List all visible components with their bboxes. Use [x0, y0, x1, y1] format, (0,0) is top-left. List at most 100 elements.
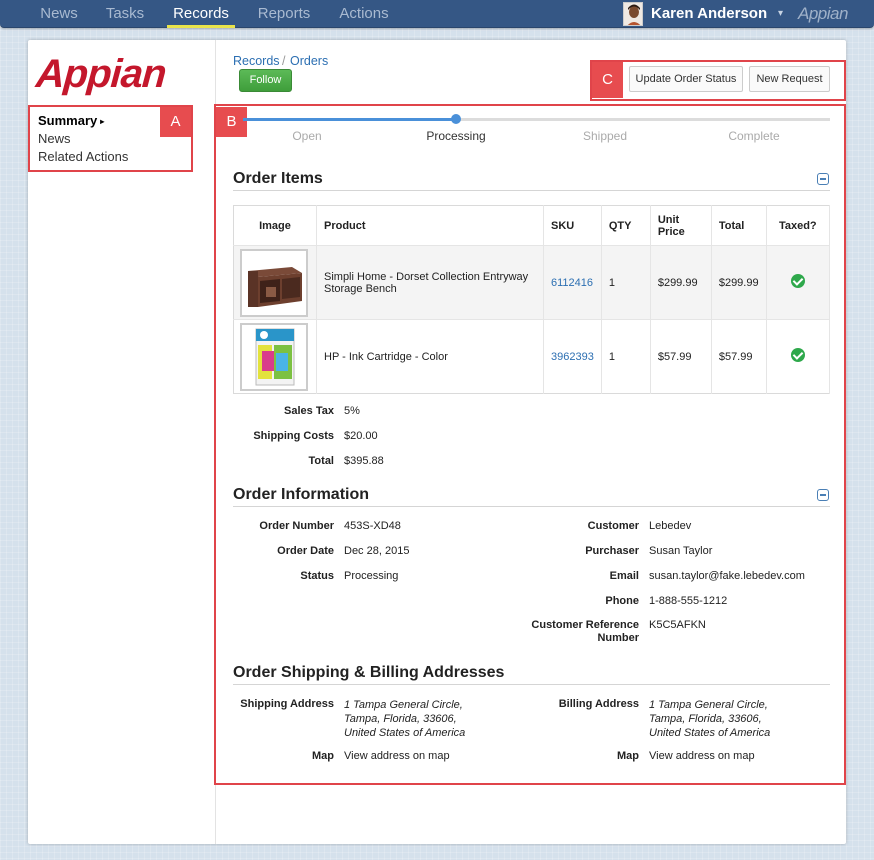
top-nav-bar: News Tasks Records Reports Actions Karen… [0, 0, 874, 28]
ink-thumbnail [242, 324, 306, 389]
nav-tab-reports[interactable]: Reports [252, 0, 316, 28]
shipping-view-map-link[interactable]: View address on map [344, 750, 450, 762]
follow-button[interactable]: Follow [239, 69, 292, 92]
order-items-divider [233, 190, 830, 191]
status-value: Processing [344, 570, 399, 582]
taxed-cell [766, 245, 831, 320]
shipping-address-label: Shipping Address [240, 698, 334, 710]
order-number-value: 453S-XD48 [344, 520, 401, 532]
bench-product-image[interactable] [240, 248, 308, 317]
sku-link[interactable]: 3962393 [551, 351, 594, 363]
breadcrumb-records-link[interactable]: Records [233, 54, 280, 68]
qty-cell: 1 [601, 319, 651, 394]
total-label: Total [308, 455, 334, 467]
addresses-heading: Order Shipping & Billing Addresses [233, 664, 505, 681]
phone-value: 1-888-555-1212 [649, 595, 728, 607]
shipping-costs-label: Shipping Costs [253, 430, 334, 442]
customer-reference-number-value: K5C5AFKN [649, 619, 706, 631]
shipping-map-label: Map [312, 750, 334, 762]
progress-current-marker [451, 114, 461, 124]
product-name-cell: Simpli Home - Dorset Collection Entryway… [316, 245, 544, 320]
phone-label: Phone [605, 595, 639, 607]
collapse-order-information-icon[interactable] [817, 489, 829, 501]
billing-address-value: 1 Tampa General Circle, Tampa, Florida, … [649, 698, 770, 740]
order-date-value: Dec 28, 2015 [344, 545, 410, 557]
customer-link[interactable]: Lebedev [649, 520, 691, 532]
nav-tab-actions[interactable]: Actions [333, 0, 395, 28]
billing-address-line: United States of America [649, 727, 771, 739]
shipping-address-line: Tampa, Florida, 33606, [344, 713, 457, 725]
column-header-unit-price: Unit Price [650, 205, 712, 246]
nav-tab-tasks[interactable]: Tasks [100, 0, 150, 28]
column-header-product: Product [316, 205, 544, 246]
breadcrumb-orders-link[interactable]: Orders [290, 54, 328, 68]
nav-tab-news[interactable]: News [33, 0, 85, 28]
total-value: $395.88 [344, 455, 384, 467]
customer-reference-number-label: Customer Reference Number [531, 619, 639, 644]
total-cell: $299.99 [711, 245, 767, 320]
bench-thumbnail [242, 250, 306, 315]
total-cell: $57.99 [711, 319, 767, 394]
sku-link[interactable]: 6112416 [551, 277, 593, 289]
billing-address-line: Tampa, Florida, 33606, [649, 713, 762, 725]
progress-step-open: Open [292, 129, 322, 143]
progress-step-processing: Processing [426, 129, 486, 143]
breadcrumb-separator: / [282, 54, 286, 68]
shipping-costs-value: $20.00 [344, 430, 378, 442]
progress-bar-complete [243, 118, 456, 121]
email-value: susan.taylor@fake.lebedev.com [649, 570, 805, 582]
shipping-address-line: United States of America [344, 727, 466, 739]
order-date-label: Order Date [277, 545, 334, 557]
qty-cell: 1 [601, 245, 651, 320]
annotation-tag-a: A [160, 107, 191, 137]
annotation-tag-b: B [216, 107, 247, 137]
progress-step-complete: Complete [728, 129, 780, 143]
collapse-order-items-icon[interactable] [817, 173, 829, 185]
unit-price-cell: $57.99 [650, 319, 712, 394]
purchaser-label: Purchaser [585, 545, 639, 557]
column-header-taxed: Taxed? [766, 205, 831, 246]
unit-price-cell: $299.99 [650, 245, 712, 320]
annotation-tag-c: C [592, 62, 623, 98]
billing-address-label: Billing Address [558, 698, 639, 710]
billing-map-label: Map [617, 750, 639, 762]
sales-tax-label: Sales Tax [284, 405, 334, 417]
column-header-qty: QTY [601, 205, 651, 246]
column-header-sku: SKU [543, 205, 602, 246]
shipping-address-line: 1 Tampa General Circle, [344, 699, 463, 711]
order-items-table: Image Product SKU QTY Unit Price Total T… [233, 205, 831, 394]
billing-address-line: 1 Tampa General Circle, [649, 699, 768, 711]
product-name-cell: HP - Ink Cartridge - Color [316, 319, 544, 394]
appian-logo: Appian [34, 52, 168, 96]
status-label: Status [300, 570, 334, 582]
sales-tax-value: 5% [344, 405, 360, 417]
update-order-status-button[interactable]: Update Order Status [629, 66, 743, 92]
table-header-row: Image Product SKU QTY Unit Price Total T… [233, 205, 831, 246]
table-row: HP - Ink Cartridge - Color 3962393 1 $57… [233, 319, 831, 394]
product-image-cell [233, 319, 317, 394]
shipping-address-value: 1 Tampa General Circle, Tampa, Florida, … [344, 698, 465, 740]
user-name-menu[interactable]: Karen Anderson [651, 0, 767, 28]
order-items-heading: Order Items [233, 170, 323, 187]
user-avatar[interactable] [623, 2, 643, 26]
column-header-total: Total [711, 205, 767, 246]
sku-cell: 3962393 [543, 319, 602, 394]
user-menu-caret-icon[interactable]: ▾ [778, 0, 783, 28]
nav-tab-records[interactable]: Records [167, 0, 235, 28]
new-request-button[interactable]: New Request [749, 66, 830, 92]
order-information-divider [233, 506, 830, 507]
column-header-image: Image [233, 205, 317, 246]
progress-bar-remaining [456, 118, 830, 121]
email-label: Email [609, 570, 639, 582]
check-icon [790, 274, 805, 288]
taxed-cell [766, 319, 831, 394]
billing-view-map-link[interactable]: View address on map [649, 750, 755, 762]
purchaser-value: Susan Taylor [649, 545, 713, 557]
addresses-divider [233, 684, 830, 685]
order-number-label: Order Number [259, 520, 334, 532]
header-brand-logo: Appian [798, 4, 848, 23]
order-information-heading: Order Information [233, 486, 370, 503]
check-icon [790, 348, 805, 362]
sku-cell: 6112416 [543, 245, 602, 320]
ink-product-image[interactable] [240, 322, 308, 391]
